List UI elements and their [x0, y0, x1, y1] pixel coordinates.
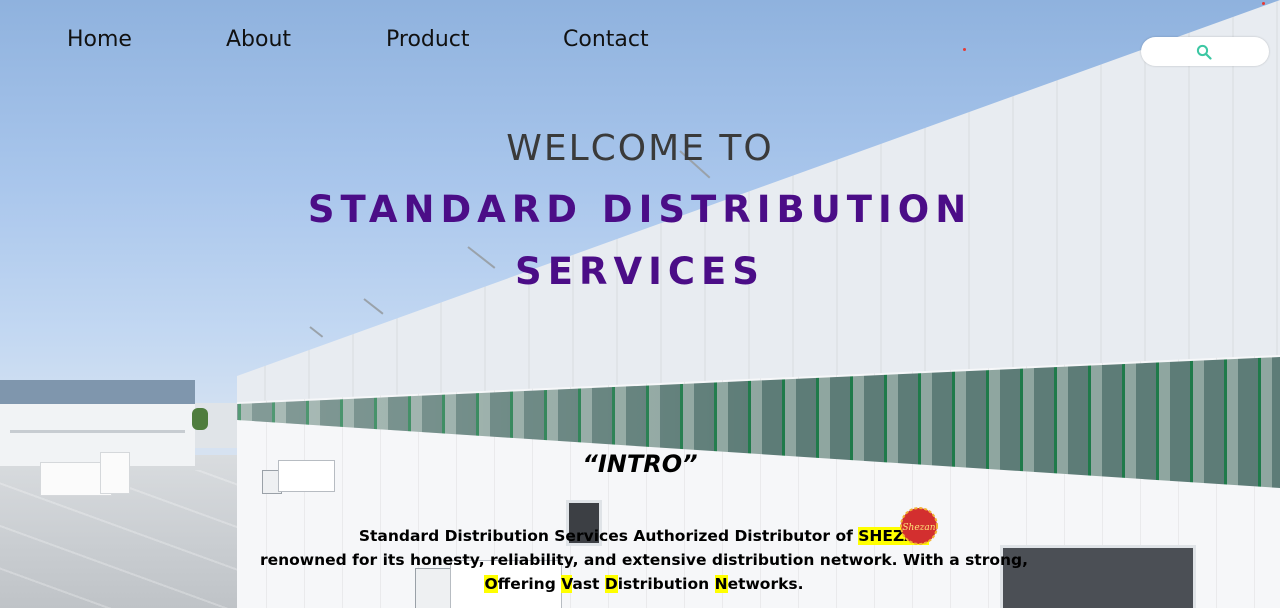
intro-line3: Offering Vast Distribution Networks.: [0, 575, 1280, 593]
intro-line1-text: Standard Distribution Services Authorize…: [358, 527, 859, 545]
intro-word: ast: [572, 575, 605, 593]
search-input[interactable]: [1153, 41, 1237, 63]
intro-line2: renowned for its honesty, reliability, a…: [259, 551, 1029, 569]
acronym-letter: V: [561, 575, 573, 593]
logo-text: Shezan: [902, 523, 935, 533]
intro-word: etworks.: [727, 575, 804, 593]
intro-word: ffering: [497, 575, 562, 593]
search-box[interactable]: [1141, 37, 1269, 66]
hero-background-image: [0, 0, 1280, 608]
intro-line1: Standard Distribution Services Authorize…: [0, 527, 1280, 545]
intro-heading: “INTRO”: [582, 450, 698, 478]
trees: [192, 408, 208, 430]
company-title-line1: STANDARD DISTRIBUTION: [307, 188, 973, 231]
shezan-logo: Shezan: [900, 507, 938, 545]
search-icon[interactable]: [1196, 44, 1212, 60]
intro-word: istribution: [617, 575, 715, 593]
acronym-letter: O: [484, 575, 498, 593]
nav-home-link[interactable]: Home: [67, 27, 132, 52]
nav-contact-link[interactable]: Contact: [563, 27, 649, 52]
acronym-letter: N: [714, 575, 728, 593]
acronym-letter: D: [604, 575, 618, 593]
nav-product-link[interactable]: Product: [386, 27, 470, 52]
welcome-heading: WELCOME TO: [506, 128, 774, 169]
nav-about-link[interactable]: About: [226, 27, 291, 52]
company-title-line2: SERVICES: [515, 250, 765, 293]
